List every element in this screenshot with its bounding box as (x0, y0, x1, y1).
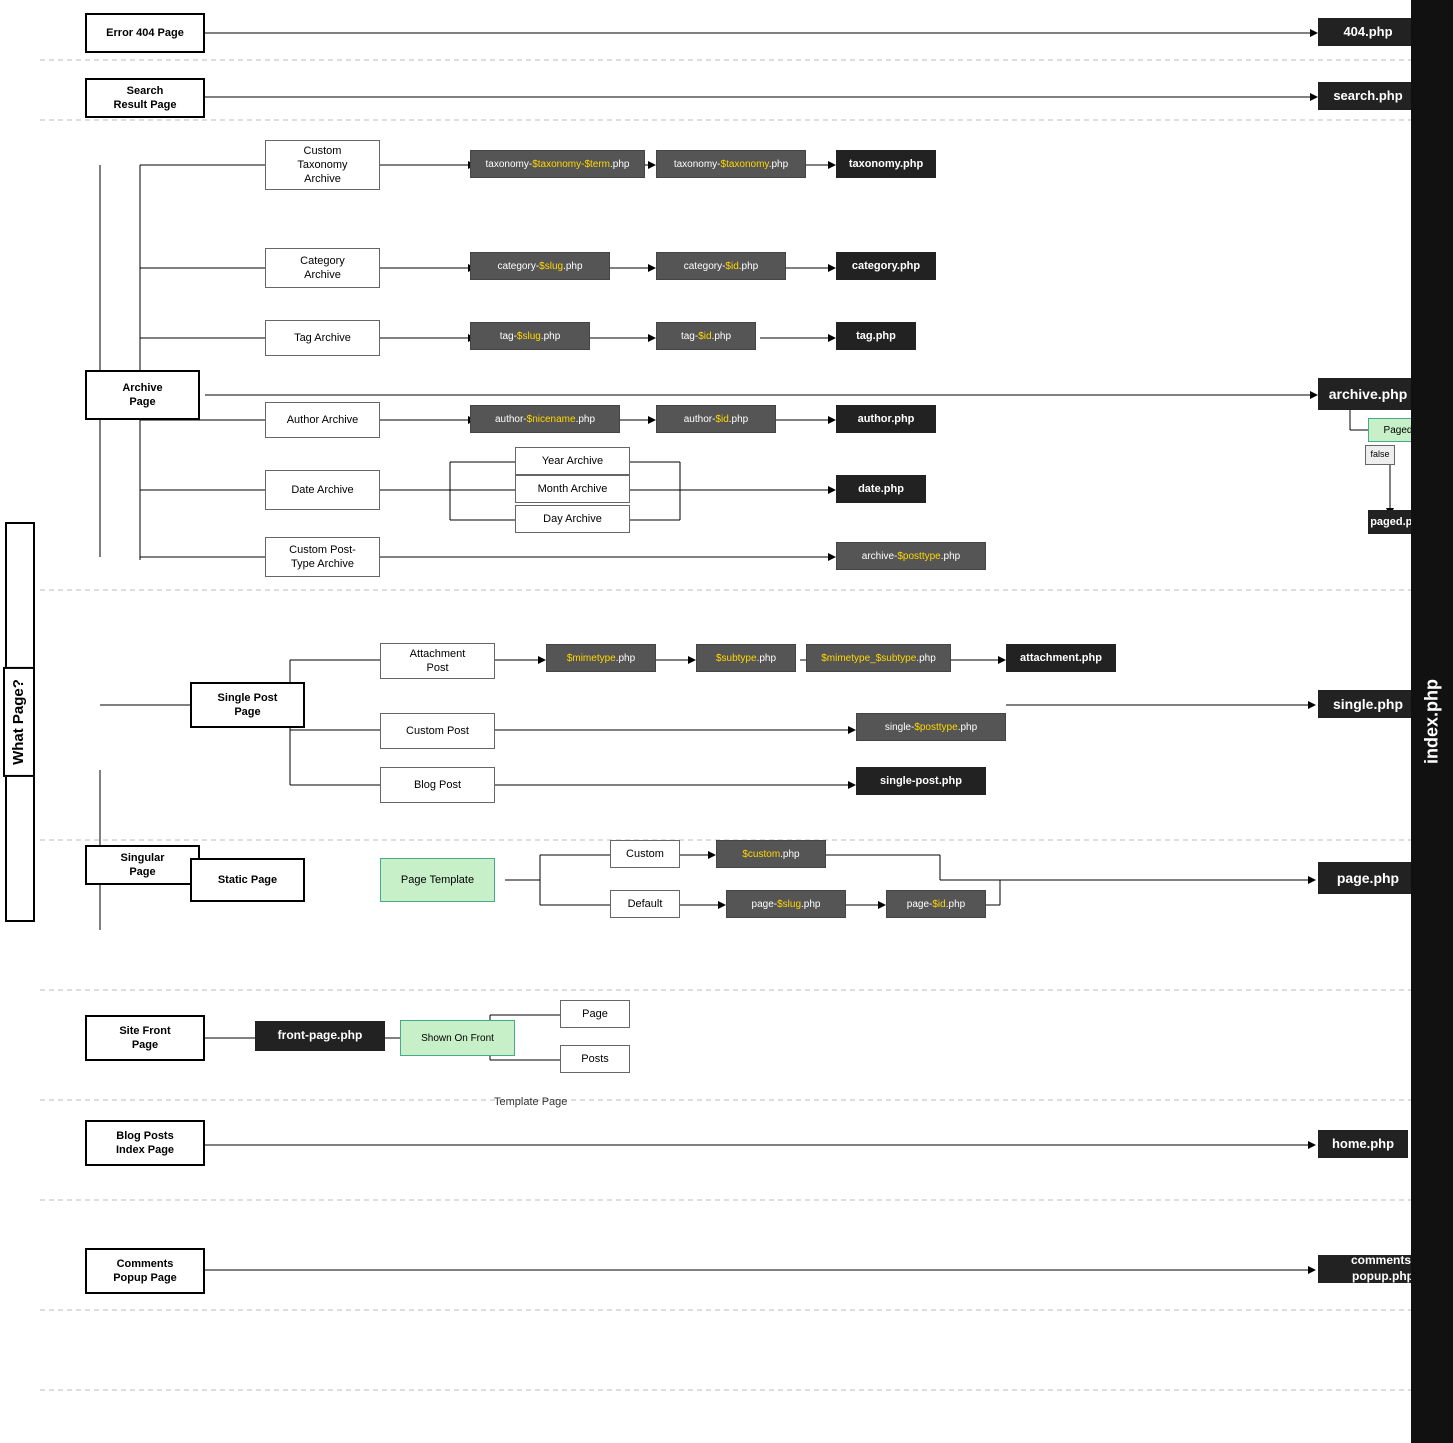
author-php: author.php (836, 405, 936, 433)
year-archive-box: Year Archive (515, 447, 630, 475)
custom-post-type-archive-box: Custom Post-Type Archive (265, 537, 380, 577)
taxonomy-php: taxonomy.php (836, 150, 936, 178)
category-archive-box: CategoryArchive (265, 248, 380, 288)
page-slug-php: page-$slug.php (726, 890, 846, 918)
search-php: search.php (1318, 82, 1418, 110)
comments-popup-box: CommentsPopup Page (85, 1248, 205, 1294)
static-page-box: Static Page (190, 858, 305, 902)
tag-php: tag.php (836, 322, 916, 350)
shown-on-front-box: Shown On Front (400, 1020, 515, 1056)
front-page-php: front-page.php (255, 1021, 385, 1051)
custom-php: $custom.php (716, 840, 826, 868)
single-posttype-php: single-$posttype.php (856, 713, 1006, 741)
attachment-post-box: AttachmentPost (380, 643, 495, 679)
error-404-php: 404.php (1318, 18, 1418, 46)
archive-php: archive.php (1318, 378, 1418, 410)
author-nicename-php: author-$nicename.php (470, 405, 620, 433)
single-post-php: single-post.php (856, 767, 986, 795)
page-template-box: Page Template (380, 858, 495, 902)
home-php: home.php (1318, 1130, 1408, 1158)
mimetype-subtype-php: $mimetype_$subtype.php (806, 644, 951, 672)
date-php: date.php (836, 475, 926, 503)
search-result-box: SearchResult Page (85, 78, 205, 118)
attachment-php: attachment.php (1006, 644, 1116, 672)
category-php: category.php (836, 252, 936, 280)
author-archive-box: Author Archive (265, 402, 380, 438)
custom-post-box: Custom Post (380, 713, 495, 749)
tag-id-php: tag-$id.php (656, 322, 756, 350)
diagram-area: Error 404 Page 404.php SearchResult Page… (40, 0, 1453, 1443)
month-archive-box: Month Archive (515, 475, 630, 503)
page-option-box: Page (560, 1000, 630, 1028)
tag-slug-php: tag-$slug.php (470, 322, 590, 350)
template-page-note: Template Page (494, 1096, 567, 1108)
category-id-php: category-$id.php (656, 252, 786, 280)
day-archive-box: Day Archive (515, 505, 630, 533)
paged-false: false (1365, 445, 1395, 465)
error-404-box: Error 404 Page (85, 13, 205, 53)
taxonomy-term-php: taxonomy-$taxonomy-$term.php (470, 150, 645, 178)
blog-post-box: Blog Post (380, 767, 495, 803)
singular-page-box: SingularPage (85, 845, 200, 885)
site-front-page-box: Site FrontPage (85, 1015, 205, 1061)
main-container: What Page? index.php (0, 0, 1453, 1443)
date-archive-box: Date Archive (265, 470, 380, 510)
archive-posttype-php: archive-$posttype.php (836, 542, 986, 570)
single-php: single.php (1318, 690, 1418, 718)
archive-page-box: ArchivePage (85, 370, 200, 420)
default-option-box: Default (610, 890, 680, 918)
custom-taxonomy-archive-box: CustomTaxonomyArchive (265, 140, 380, 190)
page-id-php: page-$id.php (886, 890, 986, 918)
author-id-php: author-$id.php (656, 405, 776, 433)
index-php-right-label: index.php (1411, 0, 1453, 1443)
posts-option-box: Posts (560, 1045, 630, 1073)
custom-option-box: Custom (610, 840, 680, 868)
taxonomy-taxonomy-php: taxonomy-$taxonomy.php (656, 150, 806, 178)
mimetype-php: $mimetype.php (546, 644, 656, 672)
page-php: page.php (1318, 862, 1418, 894)
tag-archive-box: Tag Archive (265, 320, 380, 356)
category-slug-php: category-$slug.php (470, 252, 610, 280)
blog-posts-index-box: Blog PostsIndex Page (85, 1120, 205, 1166)
what-page-vertical: What Page? (3, 667, 35, 777)
subtype-php: $subtype.php (696, 644, 796, 672)
single-post-page-box: Single PostPage (190, 682, 305, 728)
